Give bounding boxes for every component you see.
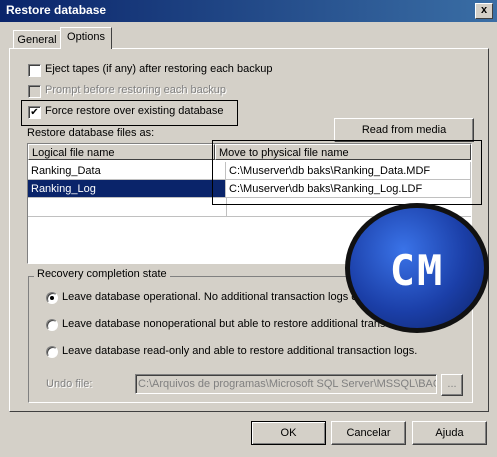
- window-title: Restore database: [6, 3, 107, 17]
- close-icon: x: [480, 4, 488, 16]
- tab-general-label: General: [17, 34, 57, 46]
- ok-button[interactable]: OK: [251, 421, 326, 445]
- tab-options[interactable]: Options: [60, 27, 112, 49]
- tab-options-label: Options: [67, 31, 105, 43]
- title-bar: Restore database x: [0, 0, 497, 22]
- cancel-button[interactable]: Cancelar: [331, 421, 406, 445]
- close-button[interactable]: x: [475, 3, 493, 19]
- tab-general[interactable]: General: [13, 30, 61, 49]
- watermark-logo: CM: [345, 203, 489, 333]
- help-button[interactable]: Ajuda: [412, 421, 487, 445]
- watermark-text: CM: [389, 246, 445, 295]
